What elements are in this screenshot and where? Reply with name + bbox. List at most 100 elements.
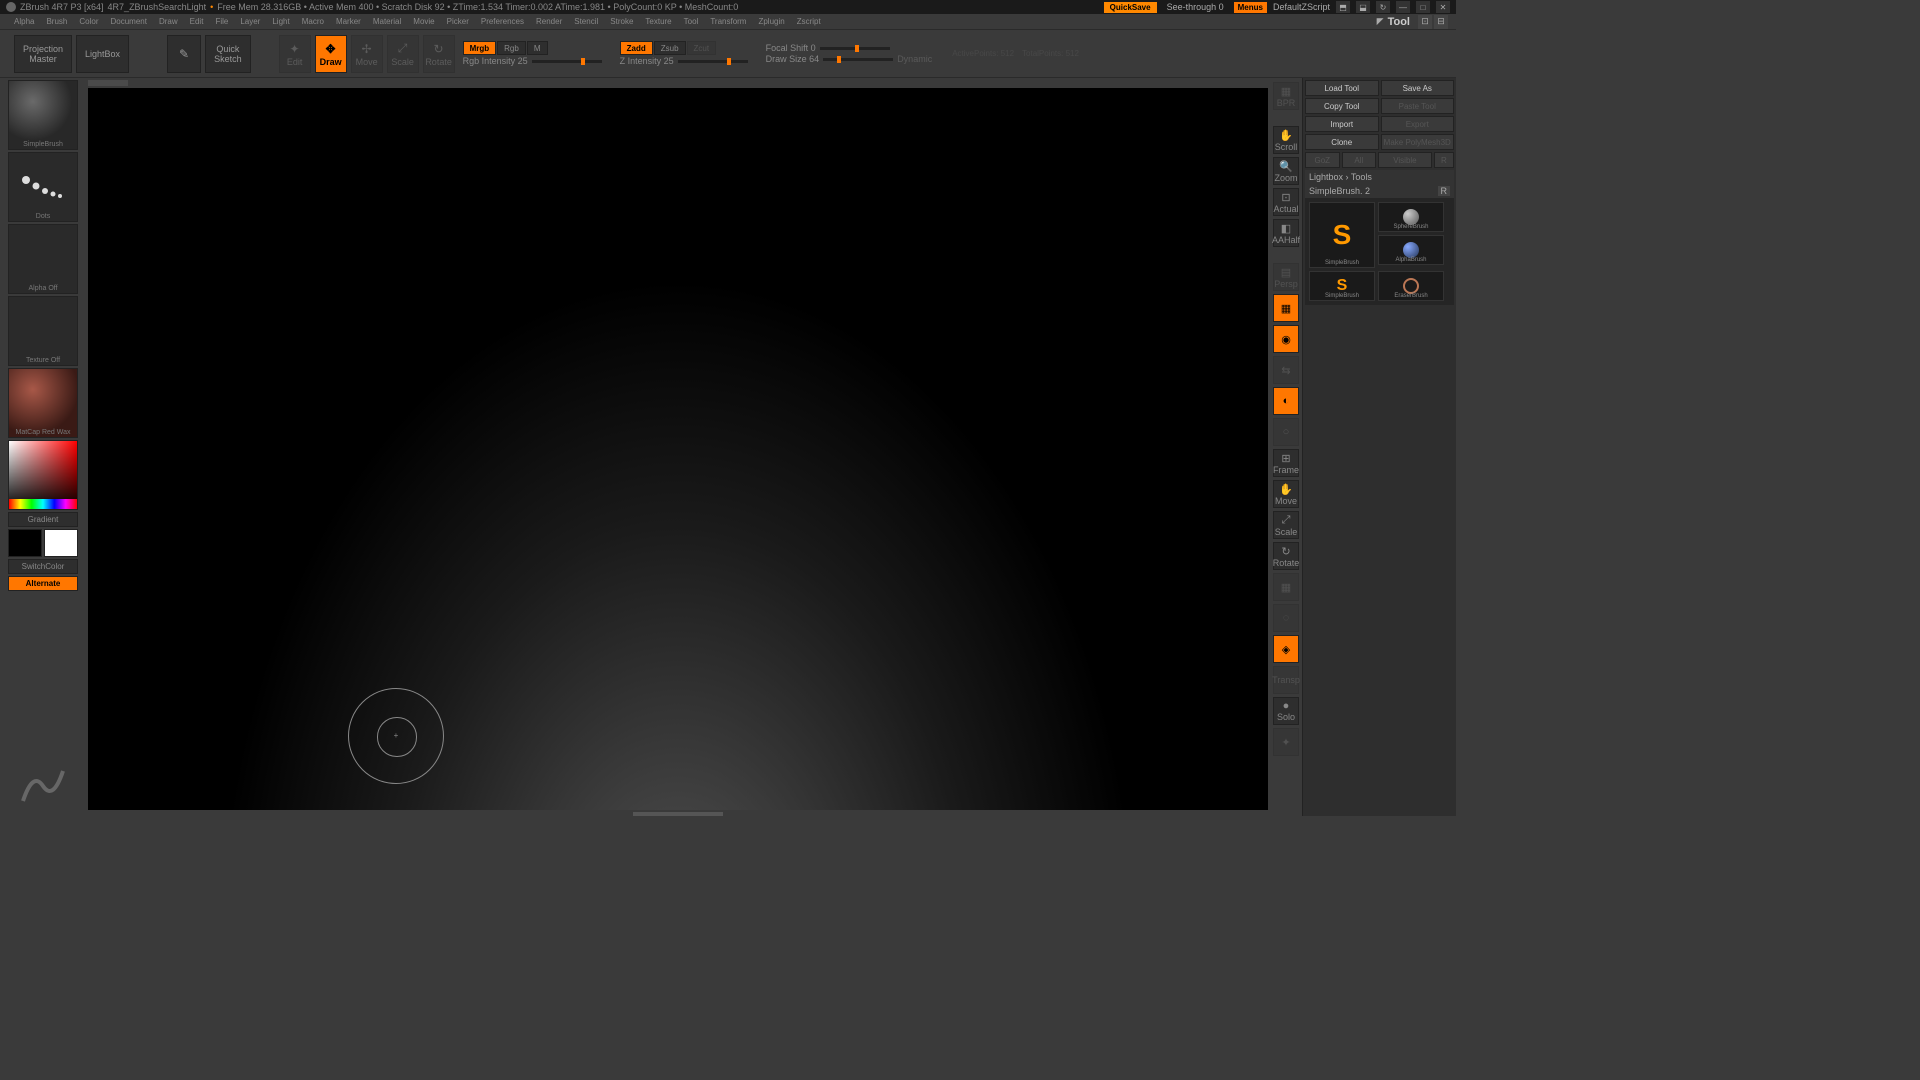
menu-picker[interactable]: Picker bbox=[441, 15, 475, 28]
canvas-bottom-bar[interactable] bbox=[88, 810, 1268, 818]
rgb-button[interactable]: Rgb bbox=[497, 41, 526, 55]
minimize-button[interactable]: — bbox=[1396, 1, 1410, 13]
nav-scale-button[interactable]: ⤢Scale bbox=[1273, 511, 1299, 539]
aahalf-button[interactable]: ◧AAHalf bbox=[1273, 219, 1299, 247]
mrgb-button[interactable]: Mrgb bbox=[463, 41, 497, 55]
close-button[interactable]: ✕ bbox=[1436, 1, 1450, 13]
menu-stencil[interactable]: Stencil bbox=[568, 15, 604, 28]
z-intensity-slider[interactable] bbox=[678, 60, 748, 63]
canvas[interactable]: + bbox=[88, 88, 1268, 810]
lightbox-button[interactable]: LightBox bbox=[76, 35, 129, 73]
polyf-button[interactable]: ▦ bbox=[1273, 573, 1299, 601]
panel-close-button[interactable]: ⊟ bbox=[1434, 15, 1448, 29]
alpha-tile[interactable]: Alpha Off bbox=[8, 224, 78, 294]
load-tool-button[interactable]: Load Tool bbox=[1305, 80, 1379, 96]
projection-master-button[interactable]: Projection Master bbox=[14, 35, 72, 73]
maximize-button[interactable]: □ bbox=[1416, 1, 1430, 13]
r-badge[interactable]: R bbox=[1438, 186, 1451, 196]
lsym-button[interactable]: ⇆ bbox=[1273, 356, 1299, 384]
tool-simplebrush-2[interactable]: SSimpleBrush bbox=[1309, 271, 1375, 301]
default-script[interactable]: DefaultZScript bbox=[1273, 2, 1330, 12]
focal-shift-slider[interactable] bbox=[820, 47, 890, 50]
rotate-button[interactable]: ↻Rotate bbox=[423, 35, 455, 73]
menu-edit[interactable]: Edit bbox=[184, 15, 210, 28]
menus-button[interactable]: Menus bbox=[1234, 2, 1267, 13]
persp-button[interactable]: ▤Persp bbox=[1273, 263, 1299, 291]
quick-sketch-button[interactable]: ✎ bbox=[167, 35, 201, 73]
export-button[interactable]: Export bbox=[1381, 116, 1455, 132]
zadd-button[interactable]: Zadd bbox=[620, 41, 653, 55]
quick-sketch-label[interactable]: Quick Sketch bbox=[205, 35, 251, 73]
all-button[interactable]: All bbox=[1342, 152, 1377, 168]
rgb-intensity-slider[interactable] bbox=[532, 60, 602, 63]
menu-texture[interactable]: Texture bbox=[639, 15, 677, 28]
zsub-button[interactable]: Zsub bbox=[654, 41, 686, 55]
floor-button[interactable]: ▦ bbox=[1273, 294, 1299, 322]
menu-draw[interactable]: Draw bbox=[153, 15, 184, 28]
menu-transform[interactable]: Transform bbox=[704, 15, 752, 28]
bpr-button[interactable]: ▦BPR bbox=[1273, 82, 1299, 110]
scroll-button[interactable]: ✋Scroll bbox=[1273, 126, 1299, 154]
switch-color-button[interactable]: SwitchColor bbox=[8, 559, 78, 574]
nav-move-button[interactable]: ✋Move bbox=[1273, 480, 1299, 508]
hue-bar[interactable] bbox=[9, 499, 77, 509]
save-as-button[interactable]: Save As bbox=[1381, 80, 1455, 96]
draw-button[interactable]: ✥Draw bbox=[315, 35, 347, 73]
dot-button[interactable]: ○ bbox=[1273, 418, 1299, 446]
local-button[interactable]: ◉ bbox=[1273, 325, 1299, 353]
tool-spherebrush[interactable]: SphereBrush bbox=[1378, 202, 1444, 232]
edit-button[interactable]: ✦Edit bbox=[279, 35, 311, 73]
menu-render[interactable]: Render bbox=[530, 15, 568, 28]
menu-file[interactable]: File bbox=[209, 15, 234, 28]
m-button[interactable]: M bbox=[527, 41, 548, 55]
import-button[interactable]: Import bbox=[1305, 116, 1379, 132]
stroke-tile[interactable]: Dots bbox=[8, 152, 78, 222]
canvas-tab[interactable] bbox=[88, 80, 128, 86]
visible-button[interactable]: Visible bbox=[1378, 152, 1432, 168]
menu-light[interactable]: Light bbox=[266, 15, 295, 28]
menu-tool[interactable]: Tool bbox=[678, 15, 705, 28]
tool-alphabrush[interactable]: AlphaBrush bbox=[1378, 235, 1444, 265]
window-btn-3[interactable]: ↻ bbox=[1376, 1, 1390, 13]
clone-button[interactable]: Clone bbox=[1305, 134, 1379, 150]
scale-button[interactable]: ⤢Scale bbox=[387, 35, 419, 73]
draw-size-slider[interactable] bbox=[823, 58, 893, 61]
color-black[interactable] bbox=[8, 529, 42, 557]
xpose-button[interactable]: ✦ bbox=[1273, 728, 1299, 756]
ghost-button[interactable]: ◈ bbox=[1273, 635, 1299, 663]
panel-pin-button[interactable]: ⊡ bbox=[1418, 15, 1432, 29]
make-polymesh-button[interactable]: Make PolyMesh3D bbox=[1381, 134, 1455, 150]
menu-stroke[interactable]: Stroke bbox=[604, 15, 639, 28]
gradient-button[interactable]: Gradient bbox=[8, 512, 78, 527]
see-through[interactable]: See-through 0 bbox=[1167, 2, 1224, 12]
color-white[interactable] bbox=[44, 529, 78, 557]
menu-macro[interactable]: Macro bbox=[296, 15, 330, 28]
nav-rotate-button[interactable]: ↻Rotate bbox=[1273, 542, 1299, 570]
quicksave-button[interactable]: QuickSave bbox=[1104, 2, 1157, 13]
r-button[interactable]: R bbox=[1434, 152, 1454, 168]
menu-zplugin[interactable]: Zplugin bbox=[752, 15, 790, 28]
move-button[interactable]: ✢Move bbox=[351, 35, 383, 73]
zcut-button[interactable]: Zcut bbox=[687, 41, 717, 55]
menu-color[interactable]: Color bbox=[73, 15, 104, 28]
tool-simplebrush-main[interactable]: SSimpleBrush bbox=[1309, 202, 1375, 268]
goz-button[interactable]: GoZ bbox=[1305, 152, 1340, 168]
lightbox-tools-header[interactable]: Lightbox › Tools bbox=[1305, 170, 1454, 184]
menu-layer[interactable]: Layer bbox=[234, 15, 266, 28]
menu-alpha[interactable]: Alpha bbox=[8, 15, 40, 28]
copy-tool-button[interactable]: Copy Tool bbox=[1305, 98, 1379, 114]
menu-material[interactable]: Material bbox=[367, 15, 407, 28]
alternate-button[interactable]: Alternate bbox=[8, 576, 78, 591]
menu-zscript[interactable]: Zscript bbox=[791, 15, 827, 28]
window-btn-1[interactable]: ⬒ bbox=[1336, 1, 1350, 13]
menu-movie[interactable]: Movie bbox=[407, 15, 440, 28]
menu-document[interactable]: Document bbox=[105, 15, 153, 28]
material-tile[interactable]: MatCap Red Wax bbox=[8, 368, 78, 438]
texture-tile[interactable]: Texture Off bbox=[8, 296, 78, 366]
actual-button[interactable]: ⊡Actual bbox=[1273, 188, 1299, 216]
window-btn-2[interactable]: ⬓ bbox=[1356, 1, 1370, 13]
menu-marker[interactable]: Marker bbox=[330, 15, 367, 28]
lc-button[interactable]: ◐ bbox=[1273, 387, 1299, 415]
dynamesh-button[interactable]: Transp bbox=[1273, 666, 1299, 694]
dynamic-label[interactable]: Dynamic bbox=[897, 54, 932, 64]
